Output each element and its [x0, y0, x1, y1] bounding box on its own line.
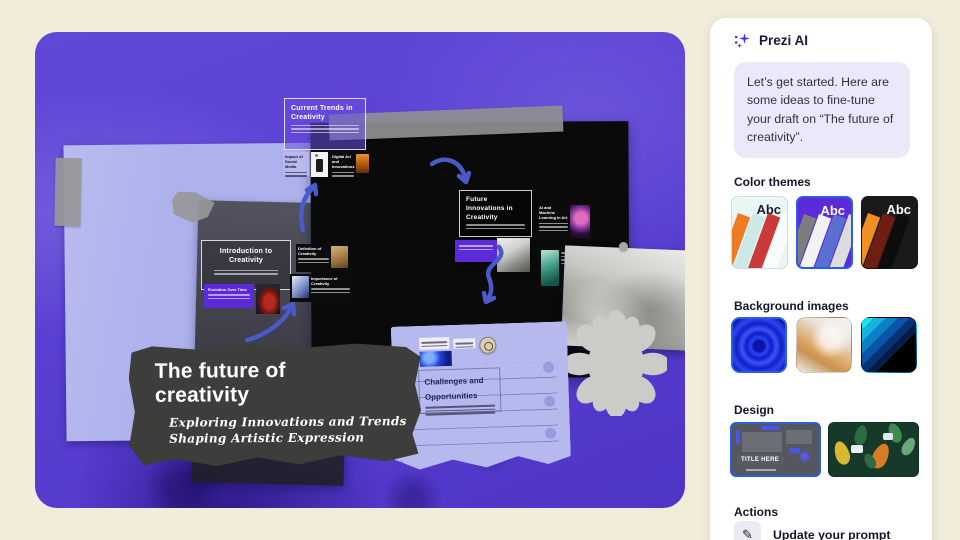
color-theme-option-2[interactable]: Abc	[796, 196, 853, 269]
pencil-icon: ✎	[734, 521, 761, 540]
color-theme-option-3[interactable]: Abc	[861, 196, 918, 269]
phone-image	[316, 159, 323, 172]
pin-dot	[619, 242, 628, 251]
color-theme-option-1[interactable]: Abc	[731, 196, 788, 269]
assistant-message: Let’s get started. Here are some ideas t…	[734, 62, 910, 158]
notepad-title-box[interactable]: Challenges and Opportunities	[418, 367, 501, 414]
neon-art-image	[570, 205, 590, 238]
starburst-shape: ✺	[798, 450, 811, 465]
background-images-label: Background images	[734, 299, 849, 313]
presentation-subtitle: Exploring Innovations and Trends Shaping…	[169, 413, 419, 447]
presentation-canvas[interactable]: Current Trends in Creativity Impact of S…	[35, 32, 685, 508]
drawn-arrow-up[interactable]	[297, 180, 321, 234]
slide-introduction[interactable]: Introduction to Creativity	[201, 240, 291, 290]
abstract-image	[292, 276, 309, 298]
placeholder-text	[291, 125, 359, 134]
panel-header: Prezi AI	[734, 32, 808, 49]
background-option-dark-geometric[interactable]	[861, 317, 917, 373]
card-phone-image[interactable]	[311, 152, 328, 177]
collage-image	[331, 246, 348, 268]
drawn-arrow-curl[interactable]	[477, 244, 509, 306]
tape-piece	[54, 158, 81, 226]
slide-title: Current Trends in Creativity	[291, 104, 353, 123]
placeholder-text	[214, 270, 278, 275]
actions-label: Actions	[734, 505, 778, 519]
background-images-row	[731, 317, 917, 373]
design-option-dark-collage[interactable]: ✺ TITLE HERE	[730, 422, 821, 477]
bird-image	[356, 154, 369, 173]
eco-image	[541, 250, 559, 286]
round-sticker	[478, 335, 498, 355]
background-option-blue-flower[interactable]	[731, 317, 787, 373]
drawn-arrow-upright[interactable]	[243, 298, 299, 344]
notepad-header-block	[419, 337, 449, 350]
card-importance[interactable]: Importance of Creativity	[290, 274, 352, 302]
background-option-beige-abstract[interactable]	[796, 317, 852, 373]
slide-future-innovations[interactable]: Future Innovations in Creativity	[459, 190, 532, 237]
green-dot	[315, 154, 318, 157]
prezi-ai-panel: Prezi AI Let’s get started. Here are som…	[710, 18, 932, 540]
notepad-header-block	[453, 338, 475, 349]
flower-shape[interactable]	[565, 310, 667, 416]
design-row: ✺ TITLE HERE	[730, 422, 919, 477]
placeholder-text	[466, 224, 525, 229]
design-label: Design	[734, 403, 774, 417]
design-option-green-leaves[interactable]	[828, 422, 919, 477]
action-update-prompt[interactable]: ✎ Update your prompt	[734, 521, 891, 540]
card-ai-ml-art[interactable]: AI and Machine Learning in Art	[537, 203, 592, 242]
card-definition[interactable]: Definition of Creativity	[296, 244, 350, 272]
slide-title: Introduction to Creativity	[210, 247, 282, 266]
drawn-arrow-right[interactable]	[429, 154, 471, 190]
color-themes-label: Color themes	[734, 175, 811, 189]
color-themes-row: Abc Abc Abc	[731, 196, 918, 269]
card-impact-social-media[interactable]: Impact of Social Media	[283, 152, 309, 176]
presentation-title: The future of creativity	[155, 358, 385, 407]
panel-title: Prezi AI	[759, 33, 808, 48]
sparkle-icon	[734, 32, 751, 49]
hero-title-paper[interactable]: The future of creativity Exploring Innov…	[129, 342, 422, 468]
design-title-text: TITLE HERE	[737, 455, 783, 465]
notepad-art-image	[420, 351, 452, 367]
slide-current-trends[interactable]: Current Trends in Creativity	[284, 98, 366, 150]
card-digital-art[interactable]: Digital Art and Innovations	[330, 152, 366, 177]
slide-title: Future Innovations in Creativity	[466, 196, 524, 222]
